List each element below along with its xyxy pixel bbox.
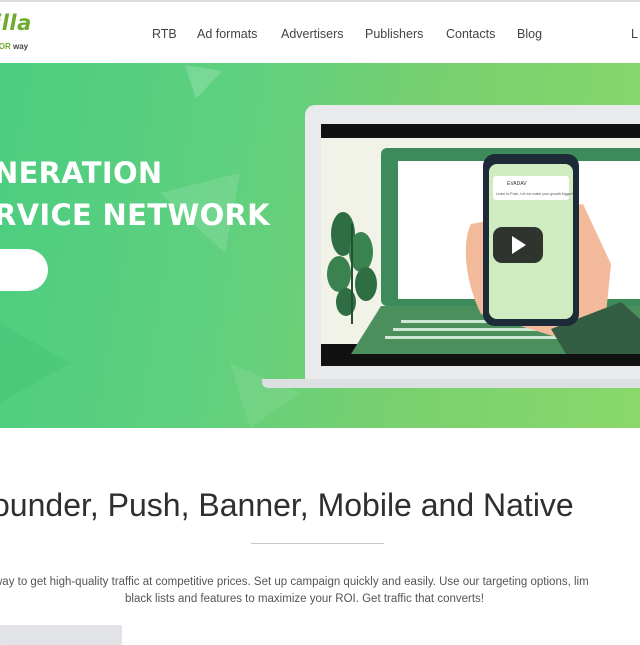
section-description-line-2: black lists and features to maximize you… bbox=[125, 593, 484, 605]
laptop-base bbox=[262, 379, 640, 388]
promo-video-player[interactable]: EVADAV Learn to Push, Let me make your g… bbox=[321, 124, 640, 366]
video-thumbnail-illustration: EVADAV Learn to Push, Let me make your g… bbox=[321, 138, 640, 354]
section-heading: ounder, Push, Banner, Mobile and Native bbox=[0, 487, 574, 523]
nav-item-blog[interactable]: Blog bbox=[517, 27, 542, 41]
logo-wordmark: illa bbox=[0, 11, 32, 35]
phone-app-name: EVADAV bbox=[507, 181, 527, 187]
hero-cta-button[interactable] bbox=[0, 249, 48, 291]
phone-notification-text: Learn to Push, Let me make your growth b… bbox=[496, 192, 573, 196]
hero-title-line-1: NERATION bbox=[0, 156, 163, 190]
language-switcher[interactable]: L bbox=[631, 27, 638, 41]
section-description-line-1: way to get high-quality traffic at compe… bbox=[0, 576, 589, 588]
logo-tagline-highlight: TOR bbox=[0, 42, 11, 51]
hero-banner: NERATION RVICE NETWORK EVADAV Learn to P… bbox=[0, 63, 640, 428]
site-logo[interactable]: illa TOR way bbox=[0, 11, 32, 51]
section-action-button[interactable] bbox=[0, 625, 122, 645]
nav-item-rtb[interactable]: RTB bbox=[152, 27, 177, 41]
nav-item-advertisers[interactable]: Advertisers bbox=[281, 27, 344, 41]
nav-item-ad-formats[interactable]: Ad formats bbox=[197, 27, 257, 41]
logo-tagline-word: way bbox=[12, 42, 29, 51]
hero-title-line-2: RVICE NETWORK bbox=[0, 198, 270, 232]
logo-tagline: TOR way bbox=[0, 42, 28, 51]
nav-item-contacts[interactable]: Contacts bbox=[446, 27, 495, 41]
nav-item-publishers[interactable]: Publishers bbox=[365, 27, 423, 41]
section-divider bbox=[251, 543, 384, 544]
top-navigation-bar: illa TOR way RTB Ad formats Advertisers … bbox=[0, 0, 640, 63]
